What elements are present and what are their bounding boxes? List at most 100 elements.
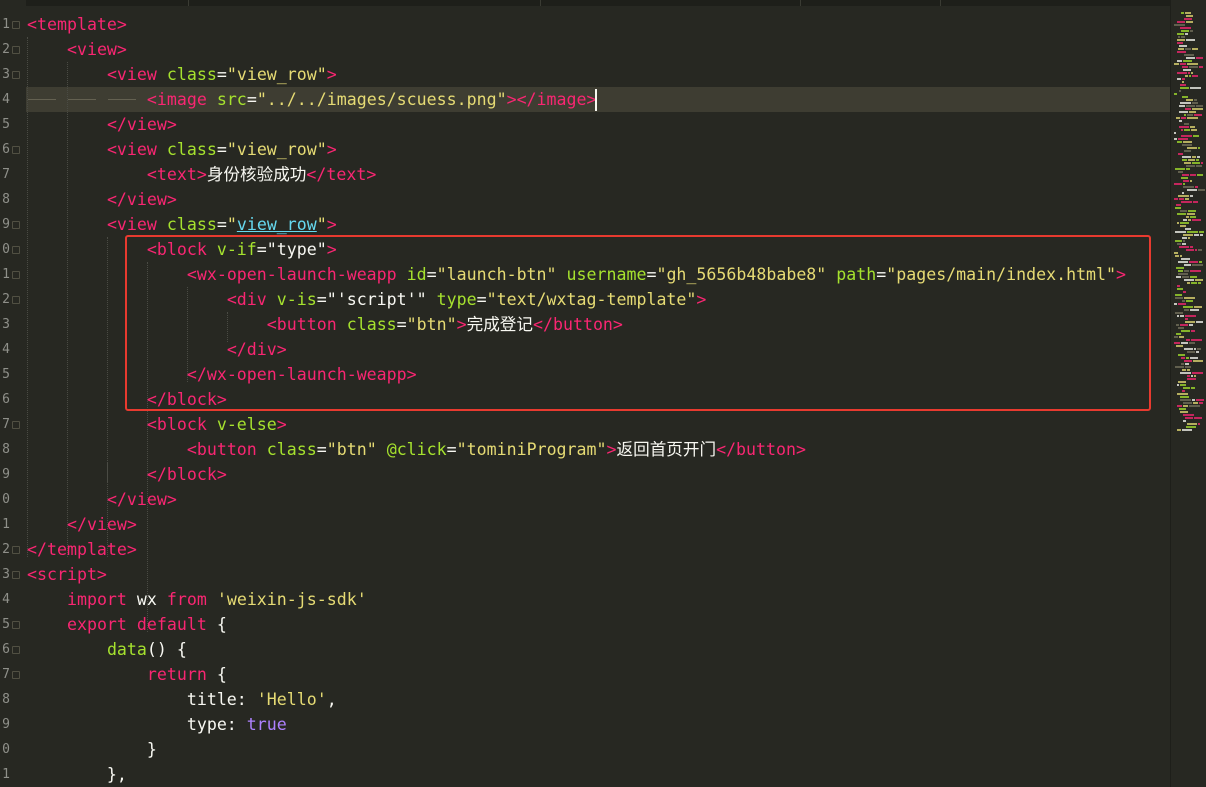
fold-toggle-icon[interactable]	[12, 37, 20, 62]
code-line[interactable]: </template>	[27, 537, 137, 562]
minimap-token	[1183, 387, 1190, 389]
minimap-token	[1185, 363, 1189, 365]
line-number: 6	[2, 392, 10, 407]
code-line[interactable]: </view>	[27, 112, 177, 137]
fold-toggle-icon[interactable]	[12, 537, 20, 562]
minimap-token	[1187, 114, 1193, 116]
minimap-token	[1183, 141, 1192, 143]
minimap-token	[1193, 402, 1198, 404]
minimap-token	[1183, 306, 1193, 308]
minimap-token	[1186, 99, 1193, 101]
code-token: <view	[106, 215, 167, 234]
minimap-token	[1198, 189, 1205, 191]
fold-toggle-icon[interactable]	[12, 412, 20, 437]
minimap-token	[1190, 126, 1195, 128]
code-line[interactable]: <text>身份核验成功</text>	[27, 162, 376, 187]
minimap-token	[1183, 180, 1189, 182]
code-line[interactable]: <image src="../../images/scuess.png"></i…	[27, 87, 597, 112]
line-number: 3	[2, 567, 10, 582]
minimap-token	[1178, 303, 1186, 305]
minimap-token	[1201, 162, 1203, 164]
code-token: {	[216, 665, 227, 684]
fold-toggle-icon[interactable]	[12, 287, 20, 312]
minimap-token	[1192, 264, 1203, 266]
fold-toggle-icon[interactable]	[12, 562, 20, 587]
code-line[interactable]: <block v-else>	[27, 412, 287, 437]
minimap-token	[1184, 18, 1192, 20]
fold-toggle-icon[interactable]	[12, 637, 20, 662]
minimap-token	[1174, 93, 1177, 95]
minimap-token	[1186, 357, 1189, 359]
code-token: <view	[106, 140, 167, 159]
minimap-token	[1184, 114, 1186, 116]
code-line[interactable]: </view>	[27, 487, 177, 512]
code-line[interactable]: <view class="view_row">	[27, 137, 337, 162]
minimap[interactable]	[1170, 0, 1206, 787]
minimap-token	[1175, 312, 1183, 314]
minimap-token	[1194, 348, 1196, 350]
code-line[interactable]: data() {	[27, 637, 187, 662]
fold-toggle-icon[interactable]	[12, 662, 20, 687]
minimap-token	[1197, 348, 1201, 350]
line-number: 1	[2, 267, 10, 282]
fold-toggle-icon[interactable]	[12, 237, 20, 262]
code-line[interactable]: },	[27, 762, 127, 787]
code-token: ></image>	[506, 90, 597, 109]
code-line[interactable]: <view class="view_row">	[27, 212, 337, 237]
code-editor[interactable]: 1 2 3 4 5 6 7 8 9 0 1 2 3 4 5 6 7 8 9 0 1 2 3 4 5 6 7 8 9 0 1 <templat…	[0, 0, 1170, 787]
minimap-token	[1185, 318, 1188, 320]
code-line[interactable]: <view class="view_row">	[27, 62, 337, 87]
code-line[interactable]: return {	[27, 662, 227, 687]
code-line[interactable]: title: 'Hello',	[27, 687, 337, 712]
code-line[interactable]: <script>	[27, 562, 107, 587]
minimap-token	[1186, 339, 1190, 341]
code-line[interactable]: </view>	[27, 512, 137, 537]
minimap-token	[1190, 30, 1193, 32]
line-number: 2	[2, 42, 10, 57]
code-token: wx	[136, 590, 167, 609]
code-token: <text	[146, 165, 197, 184]
fold-toggle-icon[interactable]	[12, 12, 20, 37]
code-line[interactable]: <view>	[27, 37, 127, 62]
code-line[interactable]: </block>	[27, 462, 227, 487]
minimap-token	[1185, 228, 1191, 230]
fold-toggle-icon[interactable]	[12, 262, 20, 287]
minimap-token	[1185, 417, 1193, 419]
minimap-token	[1184, 270, 1189, 272]
minimap-token	[1187, 189, 1197, 191]
minimap-token	[1178, 48, 1184, 50]
minimap-token	[1190, 174, 1196, 176]
minimap-token	[1188, 210, 1196, 212]
minimap-token	[1196, 399, 1204, 401]
minimap-token	[1186, 216, 1189, 218]
fold-toggle-icon[interactable]	[12, 612, 20, 637]
minimap-token	[1196, 159, 1199, 161]
fold-toggle-icon[interactable]	[12, 137, 20, 162]
code-line[interactable]: <template>	[27, 12, 127, 37]
code-line[interactable]: </view>	[27, 187, 177, 212]
minimap-token	[1192, 399, 1195, 401]
minimap-token	[1181, 258, 1190, 260]
minimap-token	[1199, 66, 1203, 68]
minimap-token	[1181, 12, 1184, 14]
code-line[interactable]: <button class="btn" @click="tominiProgra…	[27, 437, 806, 462]
minimap-token	[1184, 129, 1190, 131]
code-token: "btn"	[326, 440, 387, 459]
fold-toggle-icon[interactable]	[12, 62, 20, 87]
minimap-token	[1198, 423, 1200, 425]
minimap-token	[1177, 405, 1182, 407]
minimap-token	[1179, 45, 1187, 47]
code-line[interactable]: type: true	[27, 712, 287, 737]
code-line[interactable]: import wx from 'weixin-js-sdk'	[27, 587, 367, 612]
fold-toggle-icon[interactable]	[12, 212, 20, 237]
minimap-token	[1176, 276, 1181, 278]
minimap-token	[1180, 255, 1182, 257]
minimap-token	[1182, 192, 1184, 194]
code-token: </view>	[106, 490, 177, 509]
code-line[interactable]: export default {	[27, 612, 227, 637]
code-line[interactable]: }	[27, 737, 157, 762]
minimap-token	[1176, 324, 1179, 326]
